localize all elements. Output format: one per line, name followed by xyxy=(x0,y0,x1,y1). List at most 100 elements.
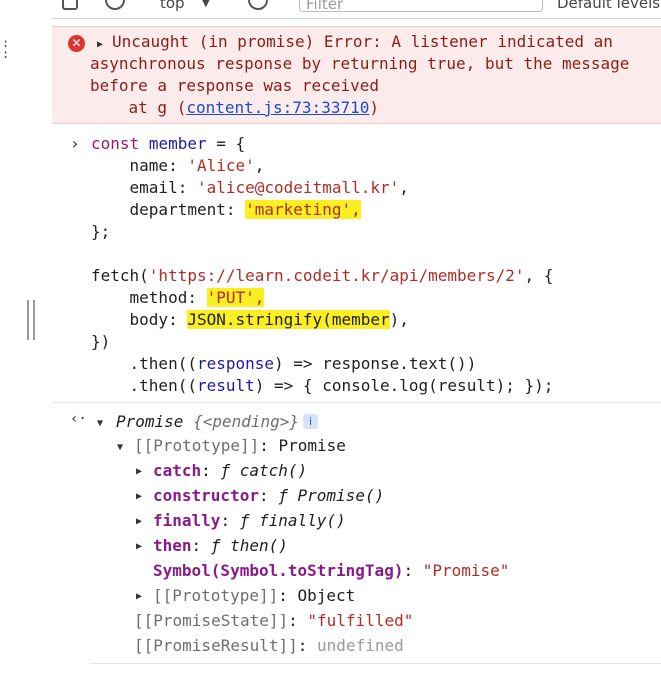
highlighted-string: 'marketing', xyxy=(245,200,361,219)
keyword: const xyxy=(91,134,140,153)
property-row: [[PromiseResult]]: undefined xyxy=(134,636,404,655)
string-literal: 'alice@codeitmall.kr' xyxy=(196,178,400,197)
property-key: Symbol(Symbol.toStringTag) xyxy=(153,561,404,580)
error-icon: ✕ xyxy=(68,35,85,52)
promise-header[interactable]: Promise {<pending>} i xyxy=(116,411,319,433)
function-icon: ƒ xyxy=(278,486,288,505)
code-text: , xyxy=(254,156,265,175)
property-key: finally xyxy=(153,511,221,530)
code-text: ), xyxy=(389,310,409,329)
code-line: email: 'alice@codeitmall.kr', xyxy=(91,177,409,199)
property-key: [[PromiseState]] xyxy=(134,611,289,630)
property-key: catch xyxy=(153,461,202,480)
code-line: const member = { xyxy=(91,133,245,155)
function-name: Promise() xyxy=(297,486,385,505)
string-literal: 'Alice' xyxy=(187,156,255,175)
error-line: Uncaught (in promise) Error: A listener … xyxy=(112,32,613,51)
code-text: .then(( xyxy=(91,376,197,395)
expand-triangle-icon[interactable]: ▶ xyxy=(97,39,103,50)
property-value: Object xyxy=(297,586,356,605)
function-name: finally() xyxy=(258,511,346,530)
property-key: [[PromiseResult]] xyxy=(134,636,298,655)
result-arrow-icon: ‹· xyxy=(70,411,87,427)
property-row[interactable]: catch: ƒ catch() xyxy=(153,460,307,482)
property-row[interactable]: finally: ƒ finally() xyxy=(153,510,346,532)
function-icon: ƒ xyxy=(210,536,221,555)
code-text: email: xyxy=(91,178,197,197)
filter-input[interactable]: Filter xyxy=(299,0,543,13)
expand-triangle-icon[interactable]: ▶ xyxy=(136,491,142,502)
code-line: name: 'Alice', xyxy=(91,155,265,177)
string-literal: 'https://learn.codeit.kr/api/members/2' xyxy=(148,266,525,285)
function-icon: ƒ xyxy=(220,461,231,480)
context-selector[interactable]: top xyxy=(160,0,185,12)
code-text: name: xyxy=(91,156,188,175)
code-text: method: xyxy=(91,288,207,307)
pending-state: {<pending>} xyxy=(193,412,300,431)
property-row: Symbol(Symbol.toStringTag): "Promise" xyxy=(153,561,510,580)
clear-console-icon[interactable] xyxy=(105,0,125,10)
variable: result xyxy=(196,376,255,395)
console-toolbar: top ▼ Filter Default levels xyxy=(52,0,661,19)
code-line: .then((result) => { console.log(result);… xyxy=(91,375,554,397)
code-line: }; xyxy=(91,222,111,241)
property-value: "fulfilled" xyxy=(307,611,414,630)
code-line: method: 'PUT', xyxy=(91,287,265,309)
panel-dots: :: xyxy=(2,36,10,61)
left-panel-strip: :: xyxy=(0,0,15,680)
error-line: before a response was received xyxy=(90,76,379,95)
variable: member xyxy=(148,134,207,153)
chevron-down-icon[interactable]: ▼ xyxy=(202,0,210,9)
expand-triangle-icon[interactable]: ▶ xyxy=(136,541,142,552)
divider xyxy=(90,663,661,664)
expand-triangle-icon[interactable]: ▶ xyxy=(136,516,142,527)
stack-prefix: at g ( xyxy=(90,98,187,117)
property-key: [[Prototype]] xyxy=(153,586,279,605)
input-prompt-icon: › xyxy=(70,134,80,153)
expand-triangle-icon[interactable]: ▶ xyxy=(136,466,142,477)
promise-label: Promise xyxy=(116,412,184,431)
property-row: [[PromiseState]]: "fulfilled" xyxy=(134,611,414,630)
error-line: asynchronous response by returning true,… xyxy=(90,54,630,73)
code-text: ) => { console.log(result); }); xyxy=(254,376,554,395)
collapse-triangle-icon[interactable]: ▼ xyxy=(97,418,103,429)
error-message: ✕ ▶ Uncaught (in promise) Error: A liste… xyxy=(52,26,661,124)
expand-triangle-icon[interactable]: ▶ xyxy=(136,591,142,602)
function-name: catch() xyxy=(239,461,308,480)
function-name: then() xyxy=(230,536,288,555)
prototype-row[interactable]: [[Prototype]]: Promise xyxy=(134,435,346,457)
property-value: Promise xyxy=(278,436,346,455)
code-line: body: JSON.stringify(member), xyxy=(91,309,409,331)
highlighted-string: 'PUT', xyxy=(206,288,265,307)
property-key: [[Prototype]] xyxy=(134,436,260,455)
source-link[interactable]: content.js:73:33710 xyxy=(186,98,369,117)
sidebar-toggle-icon[interactable] xyxy=(62,0,78,10)
code-text: fetch( xyxy=(91,266,149,285)
property-row[interactable]: then: ƒ then() xyxy=(153,535,288,557)
code-text: body: xyxy=(91,310,188,329)
code-line: .then((response) => response.text()) xyxy=(91,353,477,375)
code-line: fetch('https://learn.codeit.kr/api/membe… xyxy=(91,265,553,287)
divider xyxy=(52,402,661,403)
property-key: constructor xyxy=(153,486,259,505)
property-value: undefined xyxy=(317,636,404,655)
code-text: = { xyxy=(206,134,246,153)
property-key: then xyxy=(153,536,192,555)
highlighted-expression: JSON.stringify(member xyxy=(187,310,390,329)
property-value: "Promise" xyxy=(422,561,510,580)
stack-suffix: ) xyxy=(369,98,379,117)
resize-grip[interactable] xyxy=(27,300,35,340)
property-row[interactable]: constructor: ƒ Promise() xyxy=(153,485,384,507)
code-text: .then(( xyxy=(91,354,197,373)
variable: response xyxy=(196,354,275,373)
info-icon[interactable]: i xyxy=(303,414,319,429)
collapse-triangle-icon[interactable]: ▼ xyxy=(117,442,123,453)
error-stack-line: at g (content.js:73:33710) xyxy=(90,97,379,119)
code-text: , xyxy=(399,178,409,197)
console-gutter xyxy=(14,0,52,680)
log-levels-dropdown[interactable]: Default levels xyxy=(557,0,660,12)
property-row[interactable]: [[Prototype]]: Object xyxy=(153,585,355,607)
live-expression-icon[interactable] xyxy=(248,0,268,10)
code-line: department: 'marketing', xyxy=(91,199,361,221)
function-icon: ƒ xyxy=(239,511,250,530)
